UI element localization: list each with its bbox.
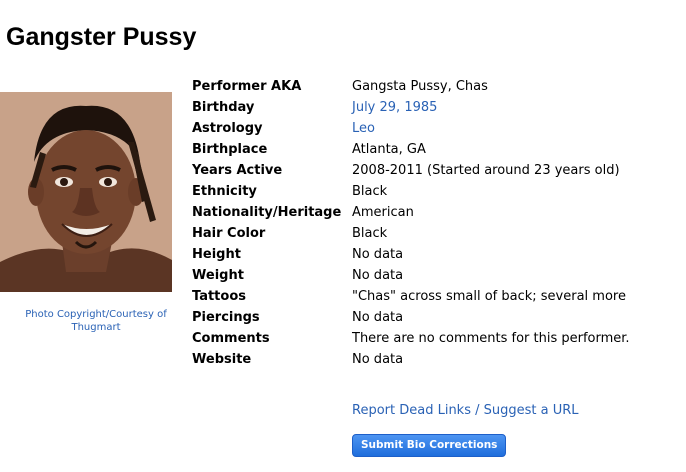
bio-label: Performer AKA	[192, 79, 302, 94]
bio-label: Ethnicity	[192, 184, 257, 199]
bio-label: Piercings	[192, 310, 260, 325]
bio-value: No data	[352, 247, 404, 262]
bio-value: There are no comments for this performer…	[352, 331, 630, 346]
bio-value-link[interactable]: July 29, 1985	[352, 97, 437, 118]
bio-label: Weight	[192, 268, 244, 283]
bio-value: Gangsta Pussy, Chas	[352, 79, 488, 94]
bio-label: Birthplace	[192, 142, 268, 157]
bio-label: Nationality/Heritage	[192, 205, 342, 220]
bio-label: Height	[192, 247, 241, 262]
bio-label: Astrology	[192, 121, 263, 136]
bio-value: 2008-2011 (Started around 23 years old)	[352, 163, 620, 178]
bio-value: No data	[352, 352, 404, 367]
bio-value: Black	[352, 226, 388, 241]
bio-value: American	[352, 205, 414, 220]
bio-label: Comments	[192, 331, 270, 346]
portrait-image	[0, 92, 172, 292]
submit-bio-corrections-button[interactable]: Submit Bio Corrections	[352, 434, 507, 457]
performer-photo[interactable]	[0, 92, 172, 292]
bio-label: Tattoos	[192, 289, 246, 304]
bio-value: No data	[352, 310, 404, 325]
bio-label: Birthday	[192, 100, 255, 115]
bio-value: No data	[352, 268, 404, 283]
bio-label: Website	[192, 352, 252, 367]
bio-value-link[interactable]: Leo	[352, 118, 375, 139]
report-dead-links-link[interactable]: Report Dead Links / Suggest a URL	[352, 401, 579, 421]
bio-label: Years Active	[192, 163, 283, 178]
bio-value: Atlanta, GA	[352, 142, 426, 157]
bio-value: Black	[352, 184, 388, 199]
bio-label: Hair Color	[192, 226, 266, 241]
bio-value: "Chas" across small of back; several mor…	[352, 289, 626, 304]
photo-credit-link[interactable]: Photo Copyright/Courtesy of Thugmart	[10, 308, 182, 334]
page-title: Gangster Pussy	[6, 23, 197, 51]
